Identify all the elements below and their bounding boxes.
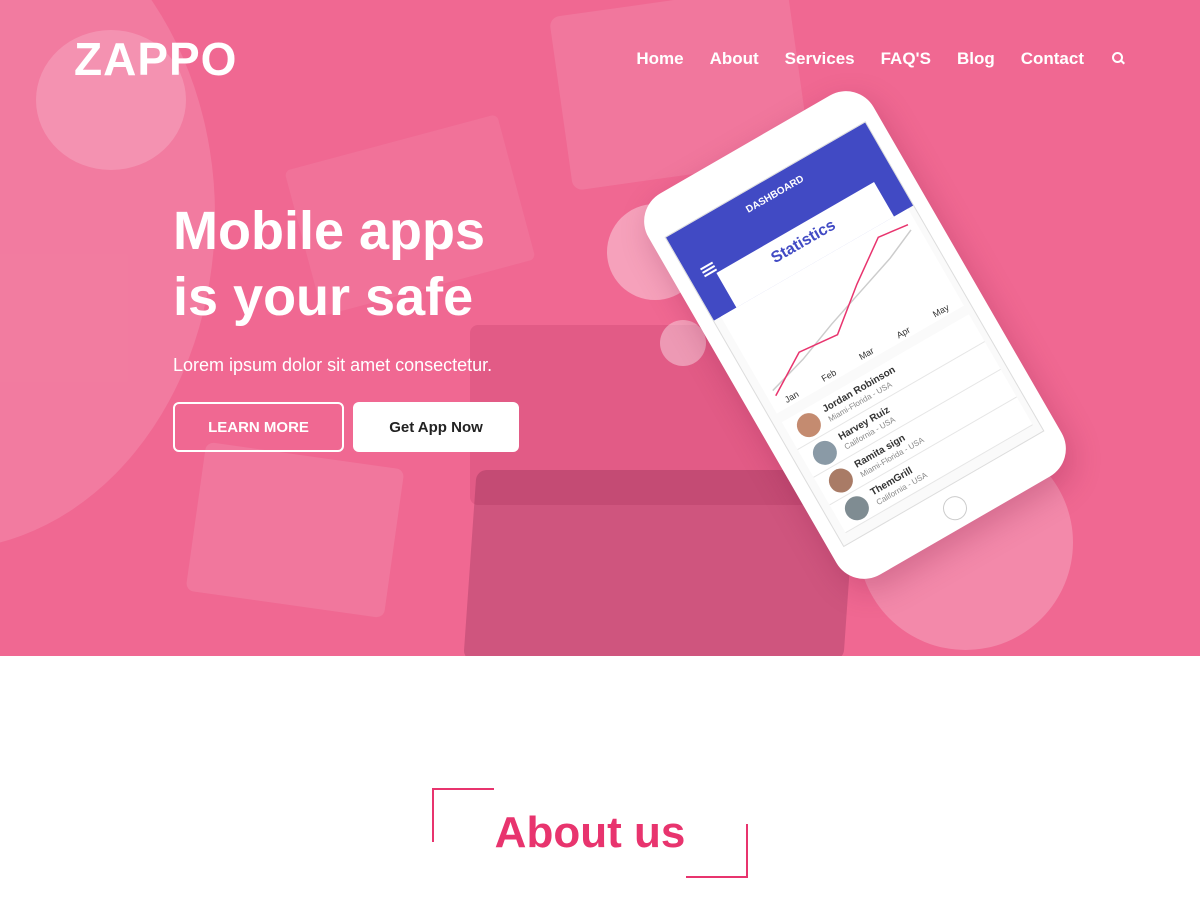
phone-home-button — [938, 491, 972, 525]
hero-section: ZAPPO Home About Services FAQ'S Blog Con… — [0, 0, 1200, 656]
nav-contact[interactable]: Contact — [1021, 46, 1084, 72]
about-title: About us — [494, 808, 686, 857]
avatar — [840, 491, 874, 525]
about-section: About us — [0, 656, 1200, 900]
nav-faqs[interactable]: FAQ'S — [881, 46, 931, 72]
main-nav: Home About Services FAQ'S Blog Contact — [636, 46, 1126, 72]
decor-bubble — [660, 320, 706, 366]
search-icon[interactable] — [1112, 52, 1126, 66]
nav-services[interactable]: Services — [785, 46, 855, 72]
site-logo[interactable]: ZAPPO — [74, 32, 237, 86]
nav-blog[interactable]: Blog — [957, 46, 995, 72]
headline-line-2: is your safe — [173, 267, 474, 327]
get-app-button[interactable]: Get App Now — [353, 402, 519, 452]
learn-more-button[interactable]: LEARN MORE — [173, 402, 344, 452]
menu-icon — [700, 261, 718, 278]
hero-subheading: Lorem ipsum dolor sit amet consectetur. — [173, 355, 493, 375]
hero-headline: Mobile apps is your safe — [173, 198, 593, 330]
headline-line-1: Mobile apps — [173, 201, 486, 261]
background-gift-box — [185, 441, 405, 619]
background-keyboard — [463, 470, 857, 656]
nav-home[interactable]: Home — [636, 46, 683, 72]
nav-about[interactable]: About — [710, 46, 759, 72]
